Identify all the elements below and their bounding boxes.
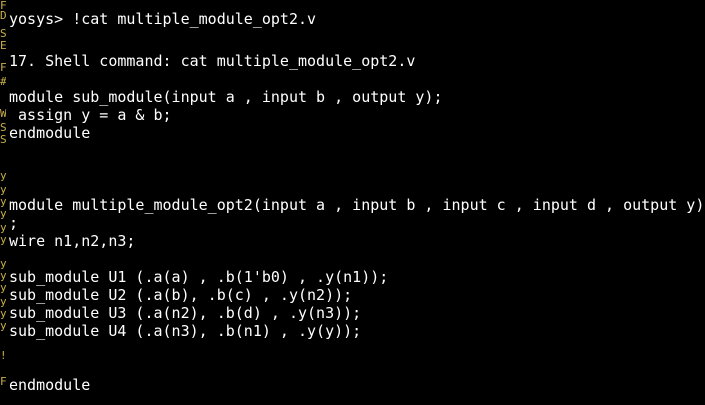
output-line: sub_module U3 (.a(n2), .b(d) , .y(n3));: [9, 304, 362, 322]
output-line: assign y = a & b;: [9, 106, 172, 124]
gutter-glyph: D: [0, 10, 6, 21]
gutter-glyph: E: [0, 40, 6, 51]
gutter-glyph: y: [0, 208, 6, 219]
output-line: sub_module U1 (.a(a) , .b(1'b0) , .y(n1)…: [9, 268, 389, 286]
gutter-glyph: y: [0, 308, 6, 319]
output-line: module multiple_module_opt2(input a , in…: [9, 196, 705, 214]
gutter-glyph: y: [0, 270, 6, 281]
gutter-glyph: y: [0, 258, 6, 269]
output-line: wire n1,n2,n3;: [9, 232, 136, 250]
gutter-glyph: y: [0, 320, 6, 331]
gutter-glyph: F: [0, 62, 6, 73]
gutter-glyph: y: [0, 234, 6, 245]
output-line: 17. Shell command: cat multiple_module_o…: [9, 52, 416, 70]
gutter-glyph: F: [0, 376, 6, 387]
gutter-glyph: W: [0, 108, 6, 119]
output-line: module sub_module(input a , input b , ou…: [9, 88, 443, 106]
output-line: sub_module U4 (.a(n3), .b(n1) , .y(y));: [9, 322, 362, 340]
output-line: sub_module U2 (.a(b), .b(c) , .y(n2));: [9, 286, 353, 304]
gutter-glyph: y: [0, 222, 6, 233]
gutter-glyph: y: [0, 184, 6, 195]
gutter-glyph: S: [0, 134, 6, 145]
gutter-glyph: y: [0, 296, 6, 307]
command-line: yosys> !cat multiple_module_opt2.v: [9, 10, 317, 28]
terminal-window[interactable]: F D S E F # W S Sy y y y y y y y y y y y! F yosys> !cat mult…: [0, 0, 705, 405]
gutter-glyph: #: [0, 76, 6, 87]
gutter-glyph: y: [0, 170, 6, 181]
left-gutter: F D S E F # W S Sy y y y y y y y y y y y! F: [0, 0, 6, 405]
gutter-glyph: S: [0, 122, 6, 133]
gutter-glyph: y: [0, 196, 6, 207]
output-line: endmodule: [9, 376, 91, 394]
output-line: endmodule: [9, 124, 91, 142]
output-line: ;: [9, 214, 19, 232]
terminal-output: yosys> !cat multiple_module_opt2.v 17. Sh…: [9, 0, 705, 405]
gutter-glyph: S: [0, 28, 6, 39]
gutter-glyph: !: [0, 350, 6, 361]
gutter-glyph: y: [0, 282, 6, 293]
